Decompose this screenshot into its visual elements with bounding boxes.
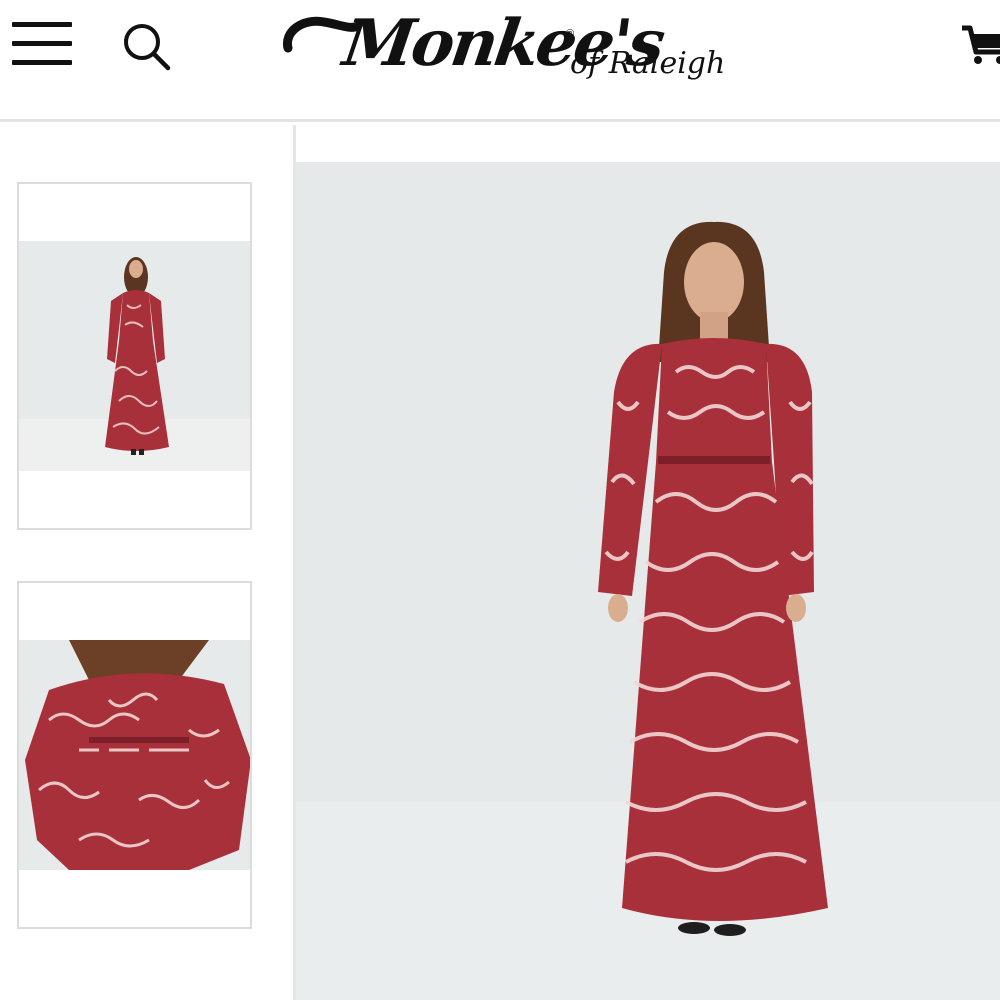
menu-bar (12, 60, 72, 65)
thumbnail-image-bodice-closeup (19, 640, 250, 870)
cart-button[interactable] (960, 18, 1000, 68)
hamburger-menu-button[interactable] (12, 22, 74, 68)
menu-bar (12, 22, 72, 27)
thumbnail-gallery (0, 125, 296, 1000)
thumbnail-bodice-closeup[interactable] (17, 581, 252, 929)
search-button[interactable] (120, 20, 172, 72)
logo-registered-mark: ® (566, 28, 575, 40)
logo-subtitle: of Raleigh (570, 46, 726, 81)
site-header: Monkee's ® of Raleigh (0, 0, 1000, 122)
thumbnail-image-full-length (19, 241, 250, 471)
store-logo[interactable]: Monkee's ® of Raleigh (280, 0, 740, 110)
menu-bar (12, 41, 72, 46)
shopping-cart-icon (962, 25, 1000, 64)
search-icon (124, 24, 171, 71)
product-photo (296, 162, 1000, 1000)
thumbnail-full-length[interactable] (17, 182, 252, 530)
main-product-image[interactable] (296, 162, 1000, 1000)
